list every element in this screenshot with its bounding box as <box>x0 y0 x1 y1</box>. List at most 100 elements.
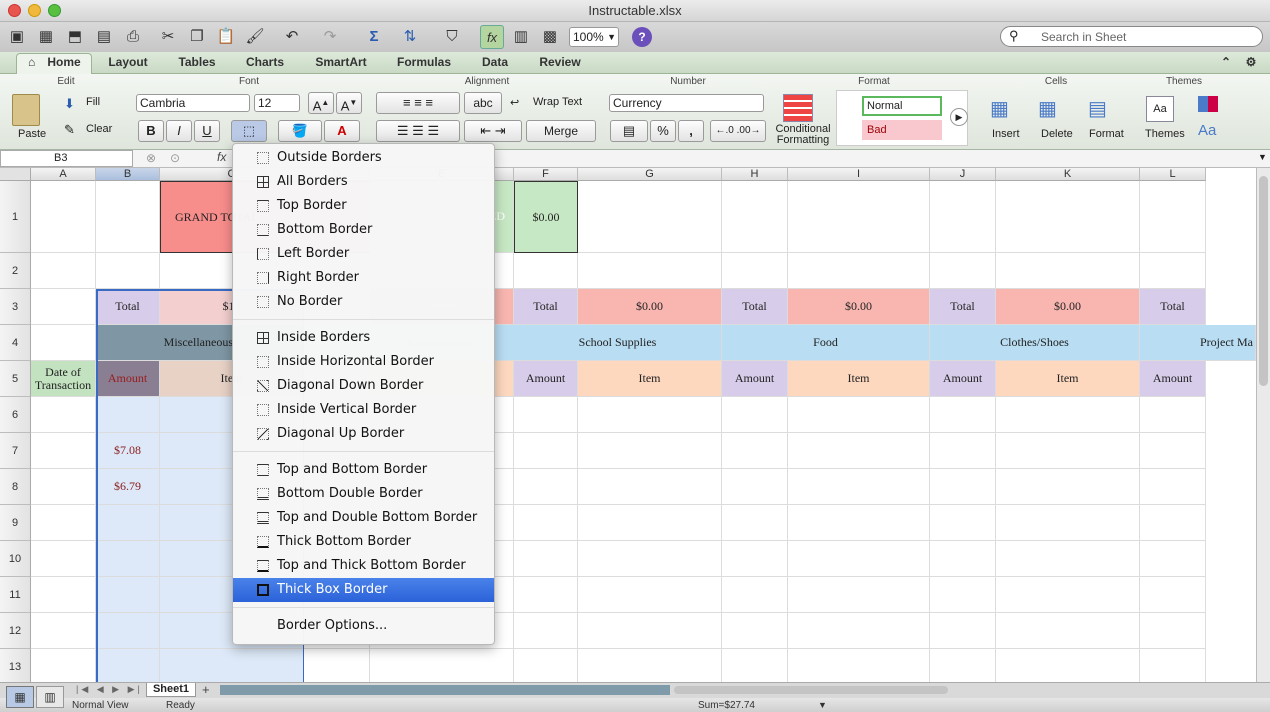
grid-cell[interactable] <box>930 649 996 685</box>
grid-cell[interactable] <box>996 541 1140 577</box>
grid-cell[interactable] <box>514 649 578 685</box>
grid-cell[interactable] <box>1140 649 1206 685</box>
grid-cell[interactable] <box>996 181 1140 253</box>
menu-item-diagonal-down-border[interactable]: Diagonal Down Border <box>233 374 494 398</box>
conditional-formatting-button[interactable]: Conditional Formatting <box>774 124 832 146</box>
grid-cell[interactable] <box>788 181 930 253</box>
grid-cell[interactable] <box>930 469 996 505</box>
grid-cell[interactable] <box>514 397 578 433</box>
grid-cell[interactable] <box>1140 541 1206 577</box>
show-hide-icon[interactable]: ▥ <box>509 25 533 49</box>
grid-cell[interactable] <box>722 505 788 541</box>
grid-cell[interactable] <box>514 577 578 613</box>
format-painter-icon[interactable]: 🖌 <box>243 25 267 49</box>
grid-cell[interactable] <box>996 577 1140 613</box>
grid-cell[interactable] <box>514 433 578 469</box>
menu-item-border-options[interactable]: Border Options... <box>233 614 494 638</box>
redo-icon[interactable]: ↷ <box>318 25 342 49</box>
clear-icon[interactable]: ✎ <box>64 122 75 138</box>
grid-cell[interactable] <box>578 505 722 541</box>
paste-label[interactable]: Paste <box>18 128 46 140</box>
cell-i3[interactable]: $0.00 <box>788 289 930 325</box>
tab-charts[interactable]: Charts <box>241 55 289 69</box>
grid-cell[interactable] <box>1140 433 1206 469</box>
grid-cell[interactable] <box>788 253 930 289</box>
vertical-scrollbar[interactable] <box>1256 168 1270 682</box>
delete-cells-icon[interactable]: ▦ <box>1038 96 1068 124</box>
grid-cell[interactable] <box>788 433 930 469</box>
cell-b5[interactable]: Amount <box>96 361 160 397</box>
grid-cell[interactable] <box>1140 469 1206 505</box>
wrap-text-button[interactable]: Wrap Text <box>533 96 582 108</box>
name-box[interactable]: B3 <box>0 150 133 167</box>
grid-cell[interactable] <box>31 253 96 289</box>
column-header-k[interactable]: K <box>996 168 1140 181</box>
grid-cell[interactable] <box>31 289 96 325</box>
grid-cell[interactable] <box>578 649 722 685</box>
menu-item-outside-borders[interactable]: Outside Borders <box>233 146 494 170</box>
grid-cell[interactable] <box>788 649 930 685</box>
decimal-buttons[interactable]: ←.0 .00→ <box>710 120 766 142</box>
insert-cells-icon[interactable]: ▦ <box>990 96 1020 124</box>
grid-cell[interactable] <box>788 469 930 505</box>
shrink-font-button[interactable]: A▼ <box>336 92 362 114</box>
cut-icon[interactable]: ✂ <box>156 25 180 49</box>
grid-cell[interactable] <box>96 613 160 649</box>
grid-cell[interactable] <box>96 397 160 433</box>
chevron-down-icon[interactable]: ▼ <box>818 700 827 710</box>
grid-cell[interactable] <box>96 577 160 613</box>
cell-f1[interactable]: $0.00 <box>514 181 578 253</box>
horizontal-align-buttons[interactable]: ☰ ☰ ☰ <box>376 120 460 142</box>
format-cells-icon[interactable]: ▤ <box>1088 96 1118 124</box>
grid-cell[interactable] <box>31 505 96 541</box>
help-icon[interactable]: ? <box>632 27 652 47</box>
grid-cell[interactable] <box>722 613 788 649</box>
grid-cell[interactable] <box>31 649 96 685</box>
zoom-select[interactable]: 100% ▼ <box>569 27 619 47</box>
bold-button[interactable]: B <box>138 120 164 142</box>
grid-cell[interactable] <box>788 577 930 613</box>
accounting-format-button[interactable]: ▤ <box>610 120 648 142</box>
grid-cell[interactable] <box>31 397 96 433</box>
grid-cell[interactable] <box>788 505 930 541</box>
row-header-6[interactable]: 6 <box>0 397 31 433</box>
grid-cell[interactable] <box>996 649 1140 685</box>
delete-button[interactable]: Delete <box>1041 128 1073 140</box>
menu-item-diagonal-up-border[interactable]: Diagonal Up Border <box>233 422 494 446</box>
comma-button[interactable]: , <box>678 120 704 142</box>
grid-cell[interactable] <box>31 541 96 577</box>
row-header-9[interactable]: 9 <box>0 505 31 541</box>
grid-cell[interactable] <box>1140 397 1206 433</box>
cell-g5[interactable]: Item <box>578 361 722 397</box>
templates-icon[interactable]: ▦ <box>34 25 58 49</box>
grid-cell[interactable] <box>578 541 722 577</box>
add-sheet-button[interactable]: + <box>202 682 210 697</box>
row-header-3[interactable]: 3 <box>0 289 31 325</box>
grid-cell[interactable] <box>930 541 996 577</box>
grid-cell[interactable] <box>930 613 996 649</box>
grid-cell[interactable] <box>578 577 722 613</box>
font-name-select[interactable]: Cambria <box>136 94 250 112</box>
grid-cell[interactable] <box>370 649 514 685</box>
menu-item-inside-horizontal-border[interactable]: Inside Horizontal Border <box>233 350 494 374</box>
grid-cell[interactable] <box>304 649 370 685</box>
grid-cell[interactable] <box>31 577 96 613</box>
format-button[interactable]: Format <box>1089 128 1124 140</box>
grid-cell[interactable] <box>722 469 788 505</box>
cell-b3[interactable]: Total <box>96 289 160 325</box>
insert-function-button[interactable]: fx <box>217 150 226 164</box>
paste-icon[interactable]: 📋 <box>214 25 238 49</box>
grid-cell[interactable] <box>996 253 1140 289</box>
page-layout-view-icon[interactable]: ▥ <box>36 686 64 708</box>
open-icon[interactable]: ⬒ <box>63 25 87 49</box>
menu-item-top-and-double-bottom-border[interactable]: Top and Double Bottom Border <box>233 506 494 530</box>
tab-smartart[interactable]: SmartArt <box>312 55 370 69</box>
theme-colors-icon[interactable] <box>1198 96 1218 112</box>
confirm-entry-icon[interactable]: ⊙ <box>170 151 180 165</box>
menu-item-top-and-bottom-border[interactable]: Top and Bottom Border <box>233 458 494 482</box>
grid-cell[interactable] <box>996 469 1140 505</box>
grid-cell[interactable] <box>930 505 996 541</box>
grid-cell[interactable] <box>514 253 578 289</box>
grid-cell[interactable] <box>996 505 1140 541</box>
grid-cell[interactable] <box>1140 577 1206 613</box>
